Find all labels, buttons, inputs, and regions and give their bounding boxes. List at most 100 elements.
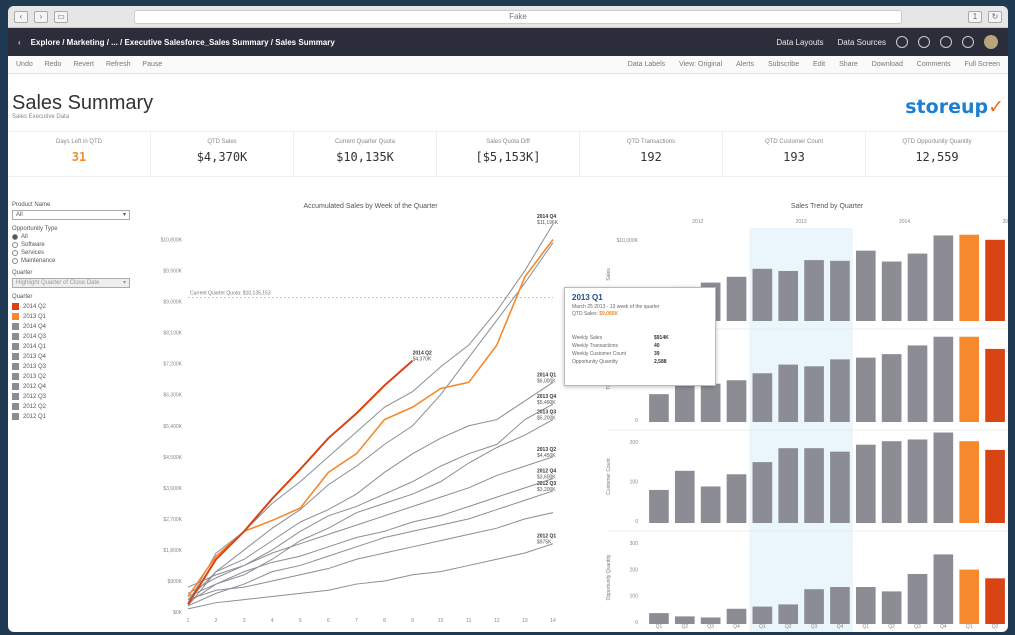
quota-label: Current Quarter Quota: $10,135,153 (190, 290, 271, 296)
bar (778, 604, 799, 624)
bar (933, 554, 954, 624)
data-labels-button[interactable]: Data Labels (628, 61, 665, 68)
series-line (187, 456, 554, 588)
sales-trend-chart[interactable]: Sales Trend by Quarter 2012 2013 2014 2015 Sa… (588, 196, 1008, 632)
legend-label: 2014 Q4 (23, 323, 47, 330)
legend-item[interactable]: 2012 Q4 (12, 383, 140, 390)
kpi-label: Sales Quota Diff (486, 139, 530, 145)
x-tick-label: 14 (550, 618, 556, 624)
address-bar[interactable]: Fake (134, 9, 902, 24)
product-select[interactable]: All ▾ (12, 210, 130, 220)
share-button[interactable]: Share (839, 61, 858, 68)
kpi-label: Days Left in QTD (55, 139, 102, 145)
bar (907, 573, 928, 624)
view-original-button[interactable]: View: Original (679, 61, 722, 68)
back-arrow-icon[interactable]: ‹ (14, 10, 28, 23)
kpi-value: 193 (783, 150, 805, 164)
refresh-button[interactable]: Refresh (106, 61, 131, 68)
tooltip-qtd-label: QTD Sales: (572, 311, 598, 317)
type-option-all[interactable]: All (12, 234, 140, 240)
series-line (187, 223, 554, 603)
bar (752, 373, 773, 422)
help-icon[interactable] (940, 36, 952, 48)
kpi-quota: Current Quarter Quota $10,135K (294, 132, 437, 176)
legend-label: 2014 Q3 (23, 333, 47, 340)
avatar[interactable] (984, 35, 998, 49)
quarter-highlight-select[interactable]: Highlight Quarter of Close Date ▾ (12, 278, 130, 288)
search-icon[interactable] (896, 36, 908, 48)
tooltip-description: March 25 2013 - 13 week of the quarter (572, 304, 660, 310)
kpi-value: [$5,153K] (475, 150, 541, 164)
y-tick-label: $9,000K (163, 300, 182, 306)
reload-icon[interactable]: ↻ (988, 10, 1002, 23)
bell-icon[interactable] (962, 36, 974, 48)
y-tick-label: $8,100K (163, 331, 182, 337)
legend-item[interactable]: 2012 Q3 (12, 393, 140, 400)
logo-text: storeup (905, 96, 989, 118)
breadcrumb[interactable]: Explore / Marketing / ... / Executive Sa… (31, 38, 763, 47)
accumulated-sales-chart[interactable]: Accumulated Sales by Week of the Quarter… (148, 196, 568, 632)
type-option-software[interactable]: Software (12, 242, 140, 248)
y-tick-label: $1,800K (163, 548, 182, 554)
y-tick-label: $5,400K (163, 424, 182, 430)
series-line (187, 419, 554, 604)
legend-item[interactable]: 2013 Q2 (12, 373, 140, 380)
legend-item[interactable]: 2014 Q2 (12, 303, 140, 310)
chevron-down-icon: ▾ (122, 212, 126, 218)
y-tick-label: $3,600K (163, 486, 182, 492)
pause-button[interactable]: Pause (142, 61, 162, 68)
legend-item[interactable]: 2013 Q4 (12, 353, 140, 360)
tooltip-row-value: 2,588 (654, 359, 667, 365)
legend-swatch (12, 403, 19, 410)
data-sources-button[interactable]: Data Sources (838, 38, 886, 47)
forward-arrow-icon[interactable]: › (34, 10, 48, 23)
bar (933, 235, 954, 321)
legend-item[interactable]: 2012 Q1 (12, 413, 140, 420)
tab-count-icon[interactable]: 1 (968, 10, 982, 23)
x-tick-label: 9 (411, 618, 414, 624)
alerts-button[interactable]: Alerts (736, 61, 754, 68)
type-option-label: Services (21, 250, 45, 256)
data-layouts-button[interactable]: Data Layouts (776, 38, 823, 47)
tooltip-spacer (572, 317, 708, 333)
redo-button[interactable]: Redo (45, 61, 62, 68)
tooltip-row-label: Weekly Transactions (572, 343, 619, 349)
type-option-maintenance[interactable]: Maintenance (12, 258, 140, 264)
full-screen-button[interactable]: Full Screen (965, 61, 1000, 68)
series-line (187, 478, 554, 597)
legend-item[interactable]: 2012 Q2 (12, 403, 140, 410)
legend-swatch (12, 373, 19, 380)
year-label: 2014 (899, 219, 910, 225)
download-button[interactable]: Download (872, 61, 903, 68)
legend-swatch (12, 303, 19, 310)
radio-icon (12, 242, 18, 248)
undo-button[interactable]: Undo (16, 61, 33, 68)
y-tick-label: $7,200K (163, 362, 182, 368)
legend-item[interactable]: 2014 Q1 (12, 343, 140, 350)
quarter-tick-label: Q4 (940, 624, 947, 630)
legend-item[interactable]: 2014 Q4 (12, 323, 140, 330)
type-option-services[interactable]: Services (12, 250, 140, 256)
bar (804, 448, 824, 523)
back-chevron-icon[interactable]: ‹ (18, 38, 21, 47)
revert-button[interactable]: Revert (73, 61, 94, 68)
bar (649, 394, 669, 422)
bar (700, 383, 721, 422)
edit-button[interactable]: Edit (813, 61, 825, 68)
kpi-label: QTD Sales (207, 139, 237, 145)
legend-item[interactable]: 2014 Q3 (12, 333, 140, 340)
sidebar-icon[interactable]: ▭ (54, 10, 68, 23)
kpi-value: $4,370K (196, 150, 248, 164)
kpi-customer-count: QTD Customer Count 193 (723, 132, 866, 176)
panel-tick-label: 0 (635, 418, 638, 424)
legend-item[interactable]: 2013 Q3 (12, 363, 140, 370)
legend-item[interactable]: 2013 Q1 (12, 313, 140, 320)
type-option-label: Maintenance (21, 258, 56, 264)
comments-button[interactable]: Comments (917, 61, 951, 68)
bar (985, 449, 1005, 523)
line-chart-title: Accumulated Sales by Week of the Quarter (303, 203, 438, 210)
quarter-tick-label: Q1 (759, 624, 766, 630)
radio-icon (12, 234, 18, 240)
notifications-icon[interactable] (918, 36, 930, 48)
subscribe-button[interactable]: Subscribe (768, 61, 799, 68)
